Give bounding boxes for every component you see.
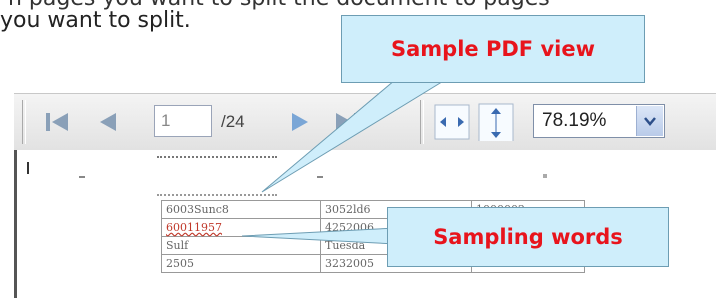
page-mark [317, 176, 323, 178]
page-mark [27, 162, 29, 174]
table-cell: Sulf [161, 236, 321, 255]
page-number-input[interactable]: 1 [154, 105, 212, 137]
table-cell: 2505 [161, 254, 321, 273]
page-text-fragment [157, 194, 277, 196]
sample-pdf-view-callout: Sample PDF view [341, 15, 645, 83]
table-cell: 6003Sunc8 [161, 200, 321, 219]
dropdown-arrow-icon [644, 117, 656, 126]
previous-page-icon[interactable] [92, 103, 126, 141]
page-mark [79, 176, 85, 178]
page-mark [543, 174, 547, 178]
zoom-value: 78.19% [542, 110, 607, 131]
fit-width-icon[interactable] [434, 103, 470, 141]
sampled-word: 60011957 [166, 221, 222, 234]
last-page-icon[interactable] [330, 103, 364, 141]
page-total-label: /24 [221, 112, 245, 131]
page-text-fragment [157, 156, 277, 158]
toolbar-separator [420, 100, 424, 144]
pdf-toolbar: 1 /24 78.19% [14, 93, 716, 151]
zoom-dropdown-button[interactable] [636, 106, 663, 136]
callout-label: Sample PDF view [391, 37, 595, 61]
zoom-select[interactable]: 78.19% [533, 104, 665, 138]
toolbar-separator [22, 100, 26, 144]
document-line-2: you want to split. [0, 8, 191, 33]
fit-height-icon[interactable] [478, 103, 514, 141]
table-cell: 60011957 [161, 218, 321, 237]
sampling-words-callout: Sampling words [387, 207, 669, 267]
callout-label: Sampling words [433, 225, 623, 249]
first-page-icon[interactable] [42, 103, 76, 141]
next-page-icon[interactable] [282, 103, 316, 141]
